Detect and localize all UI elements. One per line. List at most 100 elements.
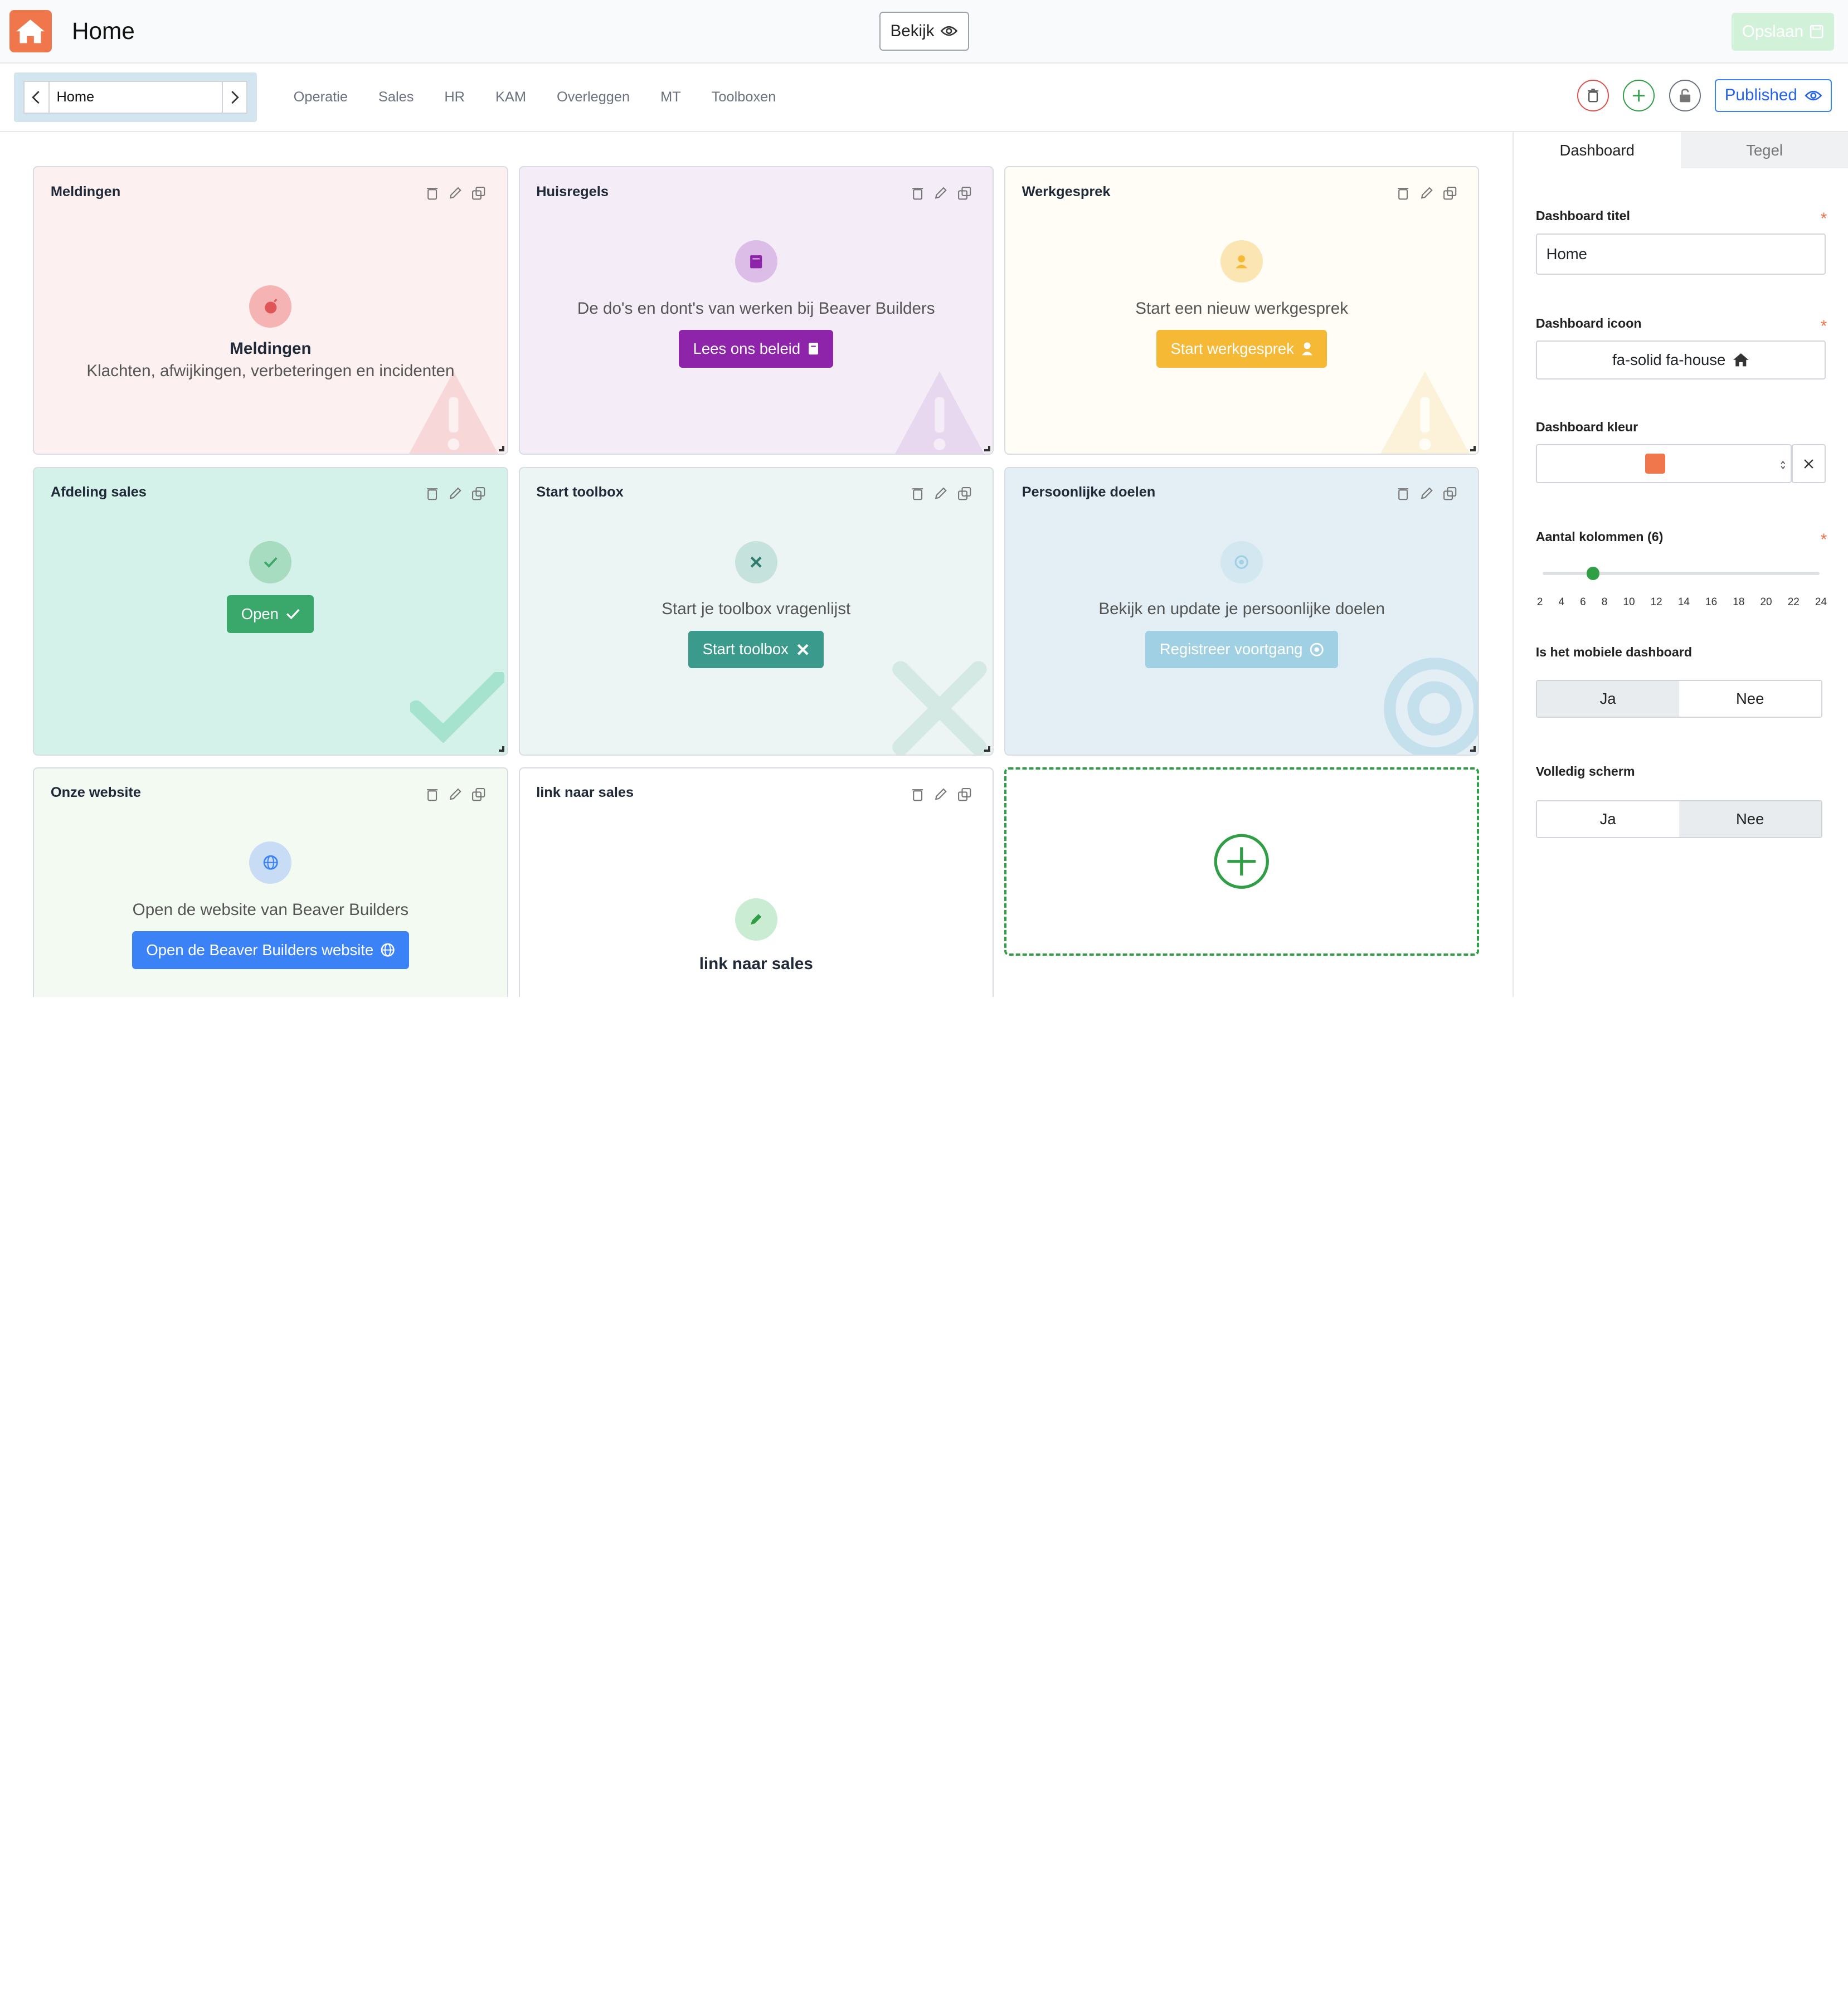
published-toggle-button[interactable]: Published	[1715, 79, 1832, 112]
tile-description: Start je toolbox vragenlijst	[662, 600, 851, 619]
pencil-icon[interactable]	[933, 486, 947, 500]
copy-icon[interactable]	[471, 486, 485, 500]
tile-title: Meldingen	[50, 183, 121, 199]
tile-huisregels[interactable]: Huisregels De do's en dont's van werken …	[518, 166, 994, 455]
published-label: Published	[1724, 86, 1797, 105]
tile-toolbar	[1397, 186, 1457, 200]
current-dashboard-field[interactable]: Home	[49, 80, 222, 114]
columns-label: Aantal kolommen (6)	[1535, 529, 1664, 544]
dashboard-title-input[interactable]: Home	[1535, 233, 1826, 275]
unlock-dashboard-button[interactable]	[1669, 79, 1701, 111]
pencil-icon[interactable]	[448, 787, 462, 801]
columns-slider-track[interactable]	[1543, 571, 1820, 576]
trash-icon[interactable]	[426, 787, 439, 801]
save-button[interactable]: Opslaan	[1731, 13, 1834, 51]
copy-icon[interactable]	[957, 787, 971, 801]
open-button[interactable]: Open	[227, 595, 314, 633]
columns-slider-thumb[interactable]	[1587, 567, 1600, 580]
resize-handle[interactable]	[498, 746, 505, 752]
add-dashboard-button[interactable]	[1623, 79, 1655, 111]
delete-dashboard-button[interactable]	[1577, 79, 1609, 111]
mobile-no-option[interactable]: Nee	[1679, 681, 1821, 717]
tile-content: Open de website van Beaver Builders Open…	[34, 841, 507, 969]
tile-persoonlijke-doelen[interactable]: Persoonlijke doelen Bekijk en update je …	[1004, 466, 1480, 756]
tab-tegel[interactable]: Tegel	[1680, 132, 1848, 169]
registreer-voortgang-button[interactable]: Registreer voortgang	[1145, 630, 1338, 669]
view-button[interactable]: Bekijk	[879, 12, 969, 51]
fullscreen-no-option[interactable]: Nee	[1679, 801, 1821, 837]
resize-handle[interactable]	[1470, 445, 1476, 452]
mobile-dashboard-toggle: Ja Nee	[1535, 680, 1822, 718]
mobile-yes-option[interactable]: Ja	[1536, 681, 1679, 717]
tab-overleggen[interactable]: Overleggen	[541, 89, 645, 105]
copy-icon[interactable]	[471, 186, 485, 200]
required-marker: *	[1820, 317, 1827, 335]
tile-start-toolbox[interactable]: Start toolbox Start je toolbox vragenlij…	[518, 466, 994, 756]
lock-open-icon	[1679, 89, 1690, 102]
pencil-icon[interactable]	[1419, 186, 1433, 200]
tile-toolbar	[911, 486, 971, 500]
tick: 4	[1558, 596, 1565, 609]
resize-handle[interactable]	[1470, 746, 1476, 752]
plus-circle-icon	[1214, 834, 1270, 889]
trash-icon[interactable]	[911, 787, 924, 801]
tile-content: link naar sales	[520, 898, 993, 974]
tile-link-naar-sales[interactable]: link naar sales link naar sales	[518, 767, 994, 997]
dashboard-color-picker[interactable]	[1535, 444, 1792, 484]
open-website-button[interactable]: Open de Beaver Builders website	[132, 931, 409, 969]
resize-handle[interactable]	[984, 746, 990, 752]
copy-icon[interactable]	[1443, 486, 1457, 500]
copy-icon[interactable]	[957, 486, 971, 500]
trash-icon[interactable]	[911, 186, 924, 200]
tile-content: Start een nieuw werkgesprek Start werkge…	[1005, 240, 1478, 368]
tab-kam[interactable]: KAM	[480, 89, 542, 105]
clear-color-button[interactable]	[1791, 444, 1826, 484]
dashboard-icon-picker[interactable]: fa-solid fa-house	[1535, 340, 1826, 379]
next-dashboard-button[interactable]	[221, 80, 248, 114]
tick: 10	[1623, 596, 1635, 609]
resize-handle[interactable]	[984, 445, 990, 452]
tab-operatie[interactable]: Operatie	[278, 89, 363, 105]
copy-icon[interactable]	[1443, 186, 1457, 200]
resize-handle[interactable]	[498, 445, 505, 452]
trash-icon[interactable]	[1397, 186, 1409, 200]
copy-icon[interactable]	[957, 186, 971, 200]
previous-dashboard-button[interactable]	[23, 80, 50, 114]
fullscreen-toggle: Ja Nee	[1535, 800, 1822, 838]
trash-icon[interactable]	[911, 486, 924, 500]
tab-toolboxen[interactable]: Toolboxen	[696, 89, 791, 105]
start-toolbox-button[interactable]: Start toolbox	[688, 630, 824, 669]
tile-toolbar	[426, 186, 486, 200]
trash-icon[interactable]	[426, 486, 439, 500]
tab-mt[interactable]: MT	[645, 89, 697, 105]
tile-grid: Meldingen Meldingen Klachten, afwijkinge…	[0, 132, 1513, 997]
pencil-icon[interactable]	[933, 186, 947, 200]
copy-icon[interactable]	[471, 787, 485, 801]
tile-onze-website[interactable]: Onze website Open de website van Beaver …	[33, 767, 508, 997]
dashboard-color-label: Dashboard kleur	[1535, 419, 1638, 434]
button-label: Open	[241, 605, 279, 622]
tab-dashboard[interactable]: Dashboard	[1513, 132, 1681, 169]
tab-hr[interactable]: HR	[429, 89, 480, 105]
trash-icon[interactable]	[426, 186, 439, 200]
tick: 18	[1733, 596, 1745, 609]
start-werkgesprek-button[interactable]: Start werkgesprek	[1156, 330, 1327, 368]
lees-beleid-button[interactable]: Lees ons beleid	[679, 330, 834, 368]
add-tile-placeholder[interactable]	[1004, 767, 1480, 956]
fullscreen-yes-option[interactable]: Ja	[1536, 801, 1679, 837]
tile-title: Huisregels	[536, 183, 609, 199]
tile-content: Meldingen Klachten, afwijkingen, verbete…	[34, 285, 507, 381]
check-icon	[249, 541, 292, 583]
required-marker: *	[1820, 210, 1827, 228]
dashboard-actions: Published	[1577, 79, 1832, 112]
pencil-icon[interactable]	[448, 486, 462, 500]
pencil-icon[interactable]	[933, 787, 947, 801]
trash-icon[interactable]	[1397, 486, 1409, 500]
tile-afdeling-sales[interactable]: Afdeling sales Open	[33, 466, 508, 756]
tab-sales[interactable]: Sales	[363, 89, 429, 105]
tick: 12	[1650, 596, 1662, 609]
pencil-icon[interactable]	[1419, 486, 1433, 500]
tile-meldingen[interactable]: Meldingen Meldingen Klachten, afwijkinge…	[33, 166, 508, 455]
pencil-icon[interactable]	[448, 186, 462, 200]
tile-werkgesprek[interactable]: Werkgesprek Start een nieuw werkgesprek …	[1004, 166, 1480, 455]
